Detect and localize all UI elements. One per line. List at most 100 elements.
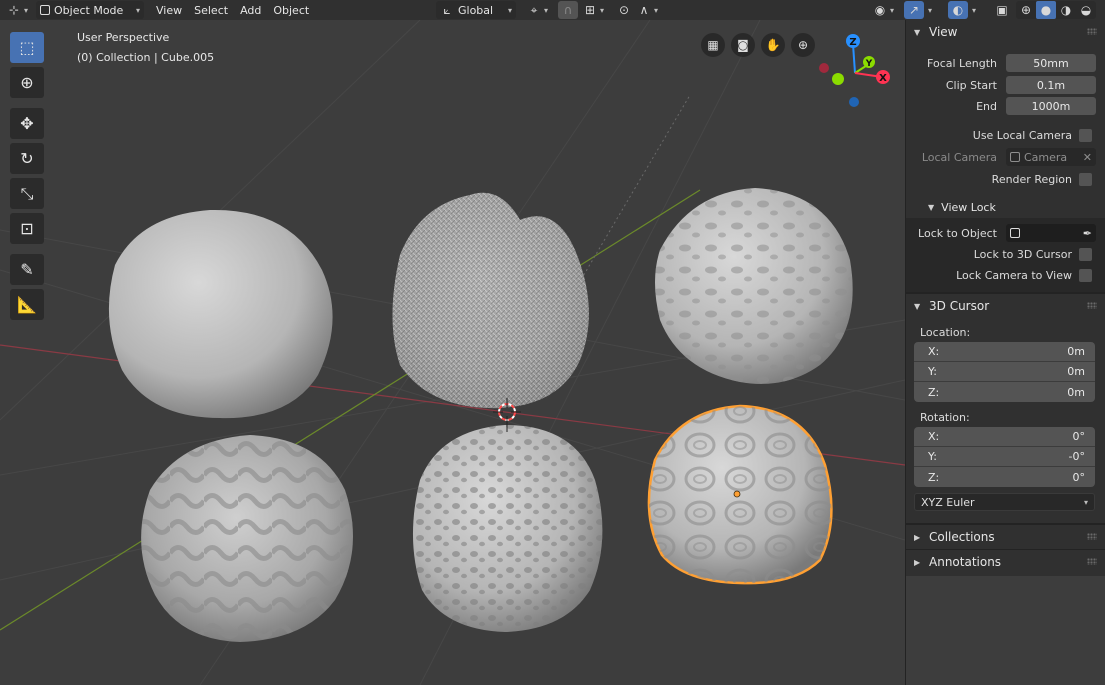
lock-to-object-field[interactable]: ✒ (1006, 224, 1096, 242)
object-mode-icon (40, 5, 51, 15)
use-local-camera-label: Use Local Camera (972, 128, 1072, 142)
location-y-field[interactable]: Y: 0m (914, 362, 1095, 382)
chevron-down-icon: ▾ (507, 5, 512, 15)
clip-start-row: Clip Start 0.1m (906, 74, 1105, 96)
view-lock-title: View Lock (941, 200, 996, 214)
editor-type-button[interactable]: ⊹ ▾ (4, 1, 28, 19)
rotation-z-field[interactable]: Z: 0° (914, 467, 1095, 487)
proportional-editing-toggle[interactable]: ⊙ ∧ ▾ (614, 1, 658, 19)
drag-grip-icon[interactable] (1087, 28, 1097, 35)
scene-canvas[interactable]: Z Y X (0, 20, 905, 685)
sphere-blobs[interactable] (655, 188, 853, 384)
select-box-tool[interactable]: ⬚ (10, 32, 44, 63)
shading-wireframe-icon[interactable]: ⊕ (1016, 1, 1036, 19)
view-lock-header[interactable]: ▼ View Lock (906, 196, 1105, 218)
drag-grip-icon[interactable] (1087, 302, 1097, 309)
axis-label: X: (928, 430, 940, 443)
local-camera-label: Local Camera (921, 150, 997, 164)
panel-expanded-icon: ▼ (914, 301, 921, 311)
axis-value: 0° (1072, 430, 1086, 443)
shading-material-icon[interactable]: ◑ (1056, 1, 1076, 19)
axis-label: Z: (928, 385, 940, 399)
orientation-dropdown[interactable]: ⟀ Global ▾ (436, 1, 516, 19)
annotate-tool[interactable]: ✎ (10, 254, 44, 285)
local-camera-field[interactable]: Camera ✕ (1006, 148, 1096, 166)
shading-buttons: ⊕ ● ◑ ◒ (1016, 1, 1096, 19)
menu-view[interactable]: View (150, 1, 188, 19)
location-x-field[interactable]: X: 0m (914, 342, 1095, 362)
menu-select[interactable]: Select (188, 1, 234, 19)
rotate-tool[interactable]: ↻ (10, 143, 44, 174)
use-local-camera-checkbox[interactable] (1079, 128, 1092, 142)
sphere-rough[interactable] (108, 209, 333, 419)
clip-start-field[interactable]: 0.1m (1006, 76, 1096, 94)
lock-to-object-label: Lock to Object (918, 226, 997, 240)
camera-view-icon[interactable]: ◙ (731, 33, 755, 57)
view-panel-header[interactable]: ▼ View (906, 20, 1105, 44)
menu-object[interactable]: Object (267, 1, 315, 19)
drag-grip-icon[interactable] (1087, 533, 1097, 540)
3d-viewport[interactable]: Z Y X User Perspective (0) Collection | … (0, 20, 905, 685)
cursor-tool[interactable]: ⊕ (10, 67, 44, 98)
location-vector: X: 0m Y: 0m Z: 0m (914, 342, 1095, 402)
lock-camera-to-view-checkbox[interactable] (1079, 268, 1092, 282)
transform-tool[interactable]: ⊡ (10, 213, 44, 244)
3d-cursor-panel-title: 3D Cursor (929, 299, 990, 313)
axis-value: -0° (1068, 450, 1085, 463)
zoom-icon[interactable]: ⊕ (791, 33, 815, 57)
mode-dropdown[interactable]: Object Mode ▾ (36, 1, 145, 19)
mode-label: Object Mode (54, 3, 124, 17)
viewport-header: ⊹ ▾ Object Mode ▾ View Select Add Object … (0, 0, 1105, 20)
use-local-camera-row: Use Local Camera (906, 124, 1105, 146)
axis-value: 0° (1072, 470, 1086, 484)
axis-label: X: (928, 345, 940, 358)
annotations-panel-header[interactable]: ▶ Annotations (906, 550, 1105, 574)
focal-length-field[interactable]: 50mm (1006, 54, 1096, 72)
gizmo-toggle[interactable]: ↗ ▾ (904, 1, 932, 19)
measure-tool[interactable]: 📐 (10, 289, 44, 320)
3d-cursor-panel-header[interactable]: ▼ 3D Cursor (906, 294, 1105, 318)
rotation-mode-value: XYZ Euler (921, 495, 975, 509)
clip-end-row: End 1000m (906, 96, 1105, 116)
snap-toggle[interactable]: ∩ (558, 1, 578, 19)
chevron-down-icon: ▾ (136, 5, 141, 15)
collections-panel-title: Collections (929, 530, 995, 544)
sphere-fur[interactable] (392, 192, 589, 409)
pan-hand-icon[interactable]: ✋ (761, 33, 785, 57)
snap-target-dropdown[interactable]: ⊞ ▾ (580, 1, 604, 19)
collections-panel-header[interactable]: ▶ Collections (906, 525, 1105, 549)
visibility-dropdown[interactable]: ◉ ▾ (870, 1, 894, 19)
drag-grip-icon[interactable] (1087, 558, 1097, 565)
lock-to-cursor-row: Lock to 3D Cursor (906, 244, 1105, 264)
location-z-field[interactable]: Z: 0m (914, 382, 1095, 402)
menu-add[interactable]: Add (234, 1, 267, 19)
move-tool[interactable]: ✥ (10, 108, 44, 139)
render-region-checkbox[interactable] (1079, 172, 1092, 186)
object-origin (733, 490, 741, 498)
sphere-holes[interactable] (412, 425, 603, 632)
shading-solid-icon[interactable]: ● (1036, 1, 1056, 19)
lock-to-3d-cursor-checkbox[interactable] (1079, 247, 1092, 261)
sphere-waves[interactable] (141, 435, 353, 642)
sphere-selected[interactable] (647, 404, 833, 585)
overlay-toggle[interactable]: ◐ ▾ (948, 1, 976, 19)
clip-end-field[interactable]: 1000m (1006, 97, 1096, 115)
perspective-toggle-icon[interactable]: ▦ (701, 33, 725, 57)
chevron-down-icon: ▾ (1083, 497, 1088, 507)
shading-rendered-icon[interactable]: ◒ (1076, 1, 1096, 19)
pivot-dropdown[interactable]: ⌖ ▾ (524, 1, 548, 19)
clip-end-label: End (976, 99, 997, 113)
rotation-x-field[interactable]: X: 0° (914, 427, 1095, 447)
cursor-icon: ⊕ (20, 73, 34, 92)
gizmo-icon: ↗ (904, 1, 924, 19)
lock-to-object-row: Lock to Object ✒ (906, 222, 1105, 244)
clear-x-icon[interactable]: ✕ (1083, 151, 1092, 164)
gizmo-x-label: X (879, 73, 887, 84)
axis-value: 0m (1067, 345, 1085, 358)
eyedropper-icon[interactable]: ✒ (1083, 227, 1092, 240)
xray-toggle[interactable]: ▣ (992, 1, 1012, 19)
rotation-mode-dropdown[interactable]: XYZ Euler ▾ (914, 493, 1095, 511)
rotation-y-field[interactable]: Y: -0° (914, 447, 1095, 467)
scale-tool[interactable]: ⤡ (10, 178, 44, 209)
navigation-gizmo[interactable]: Z Y X (819, 34, 890, 107)
